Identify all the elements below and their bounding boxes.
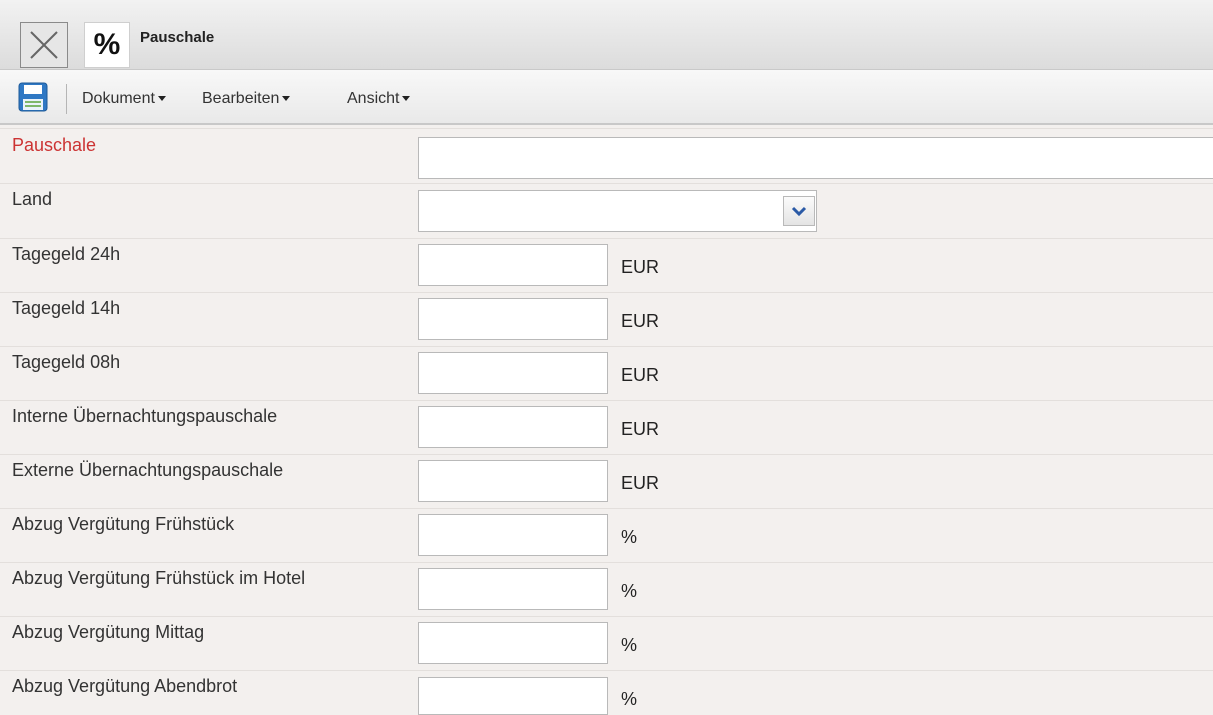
label-tagegeld-08h: Tagegeld 08h: [12, 352, 121, 372]
window-title: Pauschale: [140, 29, 215, 46]
unit-label: EUR: [621, 311, 660, 331]
percent-icon: %: [84, 22, 130, 68]
chevron-down-icon: [791, 206, 807, 217]
label-abzug-mittag: Abzug Vergütung Mittag: [12, 622, 205, 642]
menu-ansicht-label: Ansicht: [347, 90, 400, 107]
label-pauschale: Pauschale: [12, 135, 97, 155]
externe-uebernachtung-input[interactable]: [418, 460, 608, 502]
label-tagegeld-24h: Tagegeld 24h: [12, 244, 121, 264]
unit-label: EUR: [621, 419, 660, 439]
caret-down-icon: [402, 96, 411, 102]
abzug-fruehstueck-input[interactable]: [418, 514, 608, 556]
save-icon[interactable]: [18, 82, 48, 112]
unit-label: EUR: [621, 257, 660, 277]
label-interne-uebernachtung: Interne Übernachtungspauschale: [12, 406, 278, 426]
label-abzug-abendbrot: Abzug Vergütung Abendbrot: [12, 676, 238, 696]
land-select[interactable]: [418, 190, 817, 232]
pauschale-input[interactable]: [418, 137, 1213, 179]
abzug-mittag-input[interactable]: [418, 622, 608, 664]
close-icon: [30, 31, 58, 59]
menu-dokument-label: Dokument: [82, 90, 155, 107]
unit-label: EUR: [621, 473, 660, 493]
unit-label: %: [621, 527, 638, 547]
menu-bearbeiten-label: Bearbeiten: [202, 90, 280, 107]
unit-label: %: [621, 581, 638, 601]
tagegeld-24h-input[interactable]: [418, 244, 608, 286]
tagegeld-14h-input[interactable]: [418, 298, 608, 340]
caret-down-icon: [157, 96, 166, 102]
caret-down-icon: [282, 96, 291, 102]
menu-ansicht[interactable]: Ansicht: [347, 90, 411, 108]
unit-label: %: [621, 689, 638, 709]
label-land: Land: [12, 189, 53, 209]
label-externe-uebernachtung: Externe Übernachtungspauschale: [12, 460, 284, 480]
tagegeld-08h-input[interactable]: [418, 352, 608, 394]
label-abzug-fruehstueck: Abzug Vergütung Frühstück: [12, 514, 235, 534]
unit-label: %: [621, 635, 638, 655]
land-dropdown-button[interactable]: [783, 196, 815, 226]
interne-uebernachtung-input[interactable]: [418, 406, 608, 448]
menu-dokument[interactable]: Dokument: [82, 90, 166, 108]
toolbar-separator: [66, 84, 67, 114]
unit-label: EUR: [621, 365, 660, 385]
menu-bearbeiten[interactable]: Bearbeiten: [202, 90, 291, 108]
label-tagegeld-14h: Tagegeld 14h: [12, 298, 121, 318]
toolbar: [0, 70, 1213, 125]
abzug-fruehstueck-hotel-input[interactable]: [418, 568, 608, 610]
label-abzug-fruehstueck-hotel: Abzug Vergütung Frühstück im Hotel: [12, 568, 306, 588]
abzug-abendbrot-input[interactable]: [418, 677, 608, 715]
close-button[interactable]: [20, 22, 68, 68]
